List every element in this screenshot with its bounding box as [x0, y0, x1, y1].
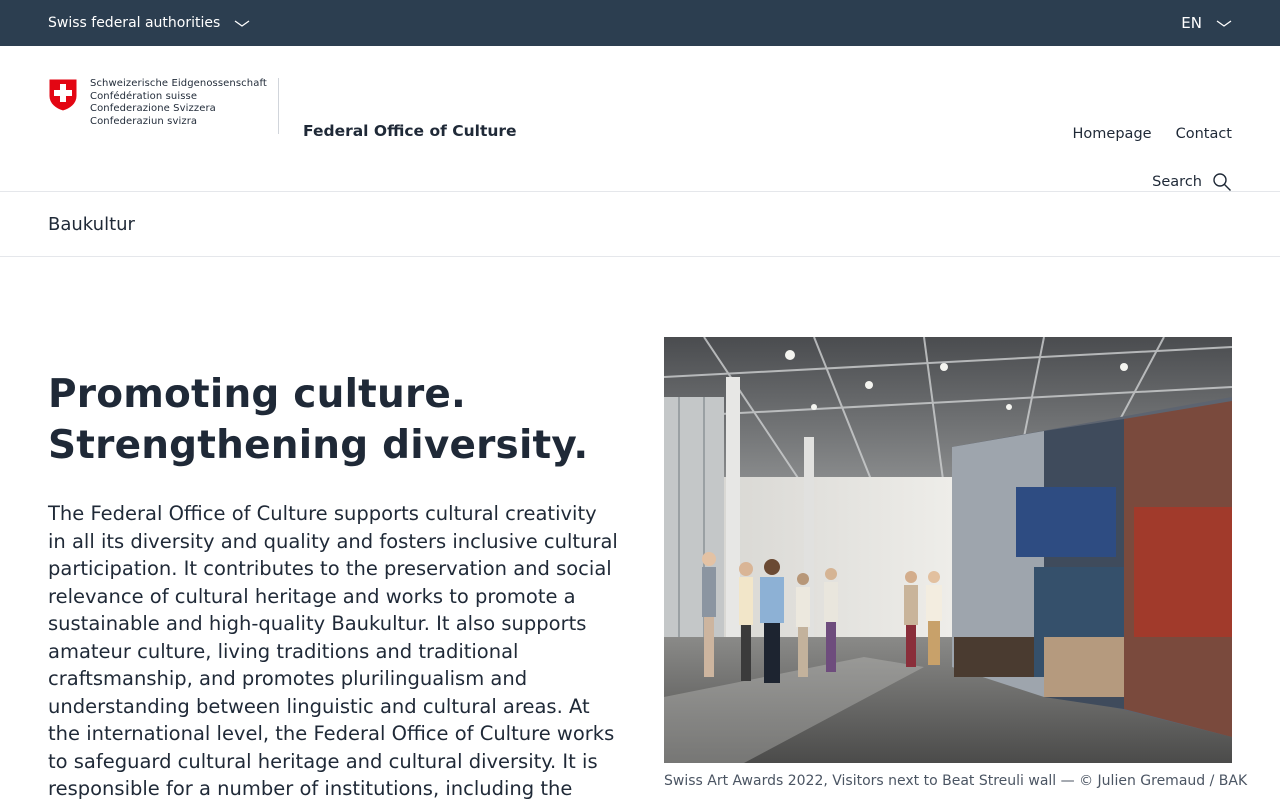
exhibition-photo: [664, 337, 1232, 763]
main-content: Promoting culture. Strengthening diversi…: [0, 257, 1280, 800]
site-header: Schweizerische Eidgenossenschaft Confédé…: [0, 46, 1280, 192]
search-icon: [1213, 173, 1231, 191]
current-language: EN: [1181, 14, 1202, 32]
top-bar: Swiss federal authorities EN: [0, 0, 1280, 46]
section-navigation: Baukultur: [0, 192, 1280, 257]
headline-line-1: Promoting culture.: [48, 372, 467, 417]
image-caption: Swiss Art Awards 2022, Visitors next to …: [664, 773, 1248, 789]
chevron-down-icon: [234, 18, 250, 28]
search-button[interactable]: Search: [1152, 172, 1232, 192]
confederation-line-it: Confederazione Svizzera: [90, 103, 216, 114]
header-links: Homepage Contact: [1073, 126, 1232, 142]
chevron-down-icon: [1216, 18, 1232, 28]
confederation-line-fr: Confédération suisse: [90, 90, 198, 102]
confederation-line-de: Schweizerische Eidgenossenschaft: [90, 78, 267, 89]
confederation-logo[interactable]: Schweizerische Eidgenossenschaft Confédé…: [48, 78, 267, 128]
swiss-cross-icon: [48, 78, 78, 112]
contact-link[interactable]: Contact: [1176, 126, 1232, 142]
page-headline: Promoting culture. Strengthening diversi…: [48, 369, 648, 471]
search-label: Search: [1152, 174, 1202, 190]
swiss-authorities-label: Swiss federal authorities: [48, 15, 221, 31]
headline-line-2: Strengthening diversity.: [48, 423, 589, 468]
section-title[interactable]: Baukultur: [48, 214, 135, 235]
office-name[interactable]: Federal Office of Culture: [303, 122, 517, 140]
language-switcher[interactable]: EN: [1181, 14, 1232, 32]
swiss-authorities-toggle[interactable]: Swiss federal authorities: [48, 15, 250, 31]
homepage-link[interactable]: Homepage: [1073, 126, 1152, 142]
header-divider: [278, 78, 279, 134]
confederation-line-rm: Confederaziun svizra: [90, 115, 198, 127]
hero-figure: Swiss Art Awards 2022, Visitors next to …: [664, 337, 1248, 789]
lead-paragraph: The Federal Office of Culture supports c…: [48, 502, 618, 800]
confederation-names: Schweizerische Eidgenossenschaft Confédé…: [90, 78, 267, 128]
